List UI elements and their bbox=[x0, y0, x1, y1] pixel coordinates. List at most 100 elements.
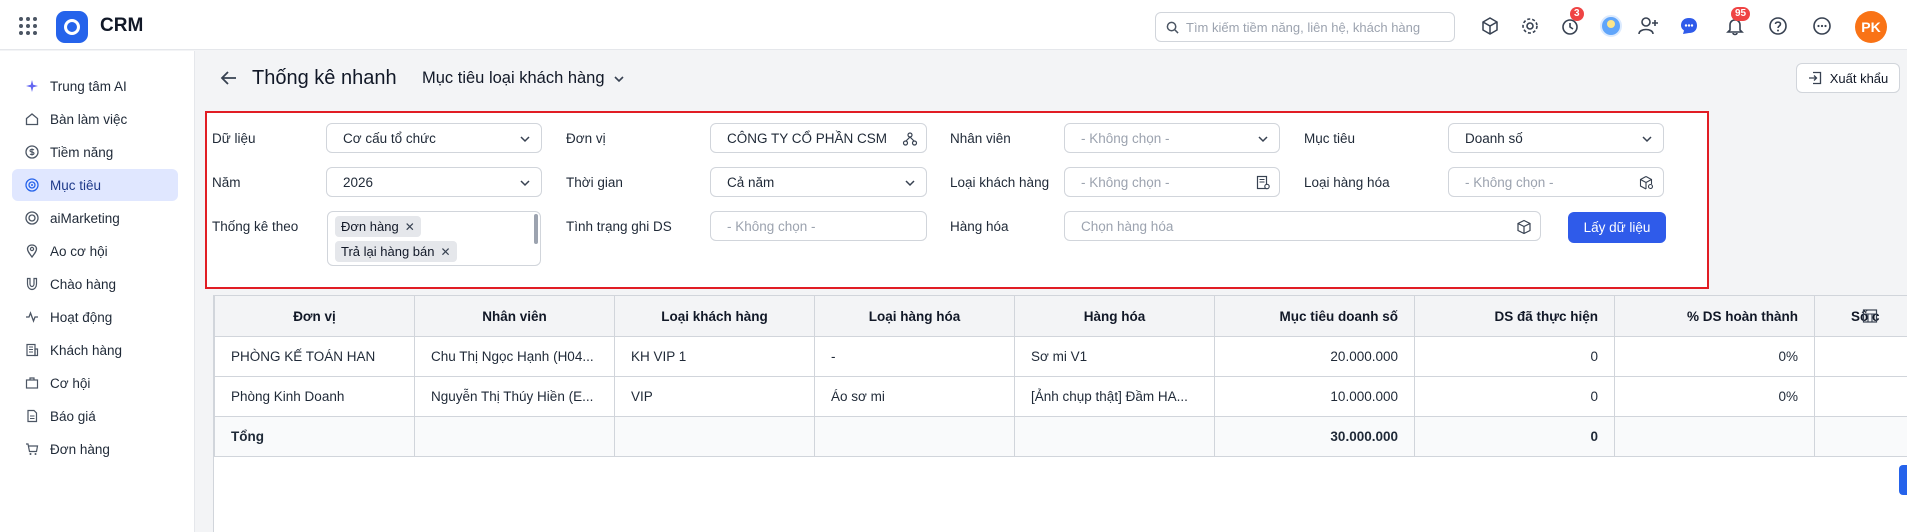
notification-bell-icon[interactable]: 95 bbox=[1723, 7, 1751, 38]
sidebar-item-targets[interactable]: Mục tiêu bbox=[12, 169, 178, 201]
record-status-select[interactable]: - Không chọn - bbox=[710, 211, 927, 241]
cell-unit: PHÒNG KẾ TOÁN HAN bbox=[214, 336, 415, 377]
column-header[interactable]: Hàng hóa bbox=[1014, 295, 1215, 337]
package-search-icon[interactable] bbox=[1639, 175, 1655, 191]
column-header[interactable]: Mục tiêu doanh số bbox=[1214, 295, 1415, 337]
cell-product-type: Áo sơ mi bbox=[814, 376, 1015, 417]
cell-customer-type: VIP bbox=[614, 376, 815, 417]
customer-list-icon[interactable] bbox=[1255, 175, 1271, 191]
sidebar-item-label: Hoạt động bbox=[50, 309, 113, 325]
table-row[interactable]: PHÒNG KẾ TOÁN HAN Chu Thị Ngọc Hạnh (H04… bbox=[214, 336, 1907, 377]
dollar-icon bbox=[24, 144, 40, 160]
cell-sales-target: 10.000.000 bbox=[1214, 376, 1415, 417]
export-label: Xuất khẩu bbox=[1829, 70, 1889, 86]
sidebar-item-customers[interactable]: Khách hàng bbox=[12, 334, 178, 366]
export-icon bbox=[1808, 71, 1821, 85]
target-select[interactable]: Doanh số bbox=[1448, 123, 1664, 153]
user-avatar[interactable] bbox=[1600, 15, 1622, 37]
product-type-label: Loại hàng hóa bbox=[1304, 175, 1390, 190]
unit-value: CÔNG TY CỔ PHẦN CSM bbox=[727, 130, 888, 146]
column-header[interactable]: Nhân viên bbox=[414, 295, 615, 337]
target-ring-icon bbox=[24, 210, 40, 226]
time-value: Cả năm bbox=[727, 174, 775, 190]
data-source-select[interactable]: Cơ cấu tổ chức bbox=[326, 123, 542, 153]
profile-avatar[interactable]: PK bbox=[1855, 11, 1887, 43]
customer-type-select[interactable]: - Không chọn - bbox=[1064, 167, 1280, 197]
reminder-clock-icon[interactable]: 3 bbox=[1558, 7, 1584, 38]
sidebar-item-label: Khách hàng bbox=[50, 342, 123, 358]
time-label: Thời gian bbox=[566, 175, 623, 190]
sidebar-item-label: Mục tiêu bbox=[50, 177, 102, 193]
get-data-button[interactable]: Lấy dữ liệu bbox=[1568, 212, 1666, 243]
settings-gear-icon[interactable] bbox=[1518, 14, 1542, 38]
help-icon[interactable] bbox=[1766, 14, 1790, 38]
pin-icon bbox=[24, 243, 40, 259]
chat-icon[interactable] bbox=[1677, 14, 1701, 38]
product-type-select[interactable]: - Không chọn - bbox=[1448, 167, 1664, 197]
sidebar-item-activities[interactable]: Hoạt động bbox=[12, 301, 178, 333]
time-select[interactable]: Cả năm bbox=[710, 167, 927, 197]
cell-customer-type: KH VIP 1 bbox=[614, 336, 815, 377]
column-header[interactable]: Đơn vị bbox=[214, 295, 415, 337]
stat-by-tag: Trả lại hàng bán ✕ bbox=[335, 241, 457, 262]
sidebar-item-label: Báo giá bbox=[50, 408, 96, 424]
org-tree-icon[interactable] bbox=[902, 131, 918, 147]
sidebar-item-leads[interactable]: Tiềm năng bbox=[12, 136, 178, 168]
cell-product: Sơ mi V1 bbox=[1014, 336, 1215, 377]
chevron-down-icon bbox=[613, 75, 624, 82]
back-arrow-icon[interactable] bbox=[219, 68, 239, 91]
crm-logo-icon[interactable] bbox=[56, 11, 88, 43]
sidebar-item-workspace[interactable]: Bàn làm việc bbox=[12, 103, 178, 135]
sparkle-icon bbox=[24, 78, 40, 94]
employee-select[interactable]: - Không chọn - bbox=[1064, 123, 1280, 153]
data-label: Dữ liệu bbox=[212, 131, 256, 146]
sidebar-item-orders[interactable]: Đơn hàng bbox=[12, 433, 178, 465]
column-header[interactable]: % DS hoàn thành bbox=[1614, 295, 1815, 337]
sidebar-item-ai-center[interactable]: Trung tâm AI bbox=[12, 70, 178, 102]
unit-select[interactable]: CÔNG TY CỔ PHẦN CSM bbox=[710, 123, 927, 153]
export-button[interactable]: Xuất khẩu bbox=[1796, 63, 1900, 93]
record-status-label: Tình trạng ghi DS bbox=[566, 219, 672, 234]
more-options-icon[interactable] bbox=[1810, 14, 1834, 38]
remove-tag-icon[interactable]: ✕ bbox=[405, 220, 415, 234]
year-select[interactable]: 2026 bbox=[326, 167, 542, 197]
column-settings-icon[interactable] bbox=[1862, 308, 1878, 324]
chevron-down-icon bbox=[1258, 136, 1268, 143]
side-scroll-handle[interactable] bbox=[1899, 465, 1907, 495]
sidebar-item-aimarketing[interactable]: aiMarketing bbox=[12, 202, 178, 234]
sidebar-item-opportunity-pool[interactable]: Ao cơ hội bbox=[12, 235, 178, 267]
year-value: 2026 bbox=[343, 174, 374, 190]
tag-scrollbar[interactable] bbox=[534, 214, 538, 244]
sidebar-item-offers[interactable]: Chào hàng bbox=[12, 268, 178, 300]
chevron-down-icon bbox=[520, 136, 530, 143]
cell-employee: Chu Thị Ngọc Hạnh (H04... bbox=[414, 336, 615, 377]
sidebar-item-label: Tiềm năng bbox=[50, 144, 114, 160]
global-search[interactable] bbox=[1155, 12, 1455, 42]
customer-type-label: Loại khách hàng bbox=[950, 175, 1050, 190]
column-header[interactable]: Số c bbox=[1814, 295, 1907, 337]
sidebar-item-quotes[interactable]: Báo giá bbox=[12, 400, 178, 432]
column-header[interactable]: DS đã thực hiện bbox=[1414, 295, 1615, 337]
search-input[interactable] bbox=[1186, 18, 1448, 37]
report-type-select[interactable]: Mục tiêu loại khách hàng bbox=[422, 69, 625, 88]
add-user-icon[interactable] bbox=[1636, 14, 1660, 38]
sidebar-item-label: Trung tâm AI bbox=[50, 78, 127, 94]
package-icon[interactable] bbox=[1516, 219, 1532, 235]
column-header[interactable]: Loại khách hàng bbox=[614, 295, 815, 337]
package-icon[interactable] bbox=[1478, 14, 1502, 38]
chevron-down-icon bbox=[905, 180, 915, 187]
column-header[interactable]: Loại hàng hóa bbox=[814, 295, 1015, 337]
cell-unit: Phòng Kinh Doanh bbox=[214, 376, 415, 417]
customer-type-placeholder: - Không chọn - bbox=[1081, 174, 1170, 190]
stat-by-multiselect[interactable]: Đơn hàng ✕ Trả lại hàng bán ✕ bbox=[327, 211, 541, 266]
total-label: Tổng bbox=[214, 416, 415, 457]
data-source-value: Cơ cấu tổ chức bbox=[343, 130, 436, 146]
product-select[interactable]: Chọn hàng hóa bbox=[1064, 211, 1541, 241]
sidebar-item-opportunities[interactable]: Cơ hội bbox=[12, 367, 178, 399]
remove-tag-icon[interactable]: ✕ bbox=[440, 245, 450, 259]
app-grid-icon[interactable] bbox=[19, 17, 37, 35]
results-table: Đơn vị Nhân viên Loại khách hàng Loại hà… bbox=[214, 295, 1907, 457]
total-cell bbox=[1814, 416, 1907, 457]
table-row[interactable]: Phòng Kinh Doanh Nguyễn Thị Thúy Hiền (E… bbox=[214, 376, 1907, 417]
cell-product: [Ảnh chụp thật] Đầm HA... bbox=[1014, 376, 1215, 417]
